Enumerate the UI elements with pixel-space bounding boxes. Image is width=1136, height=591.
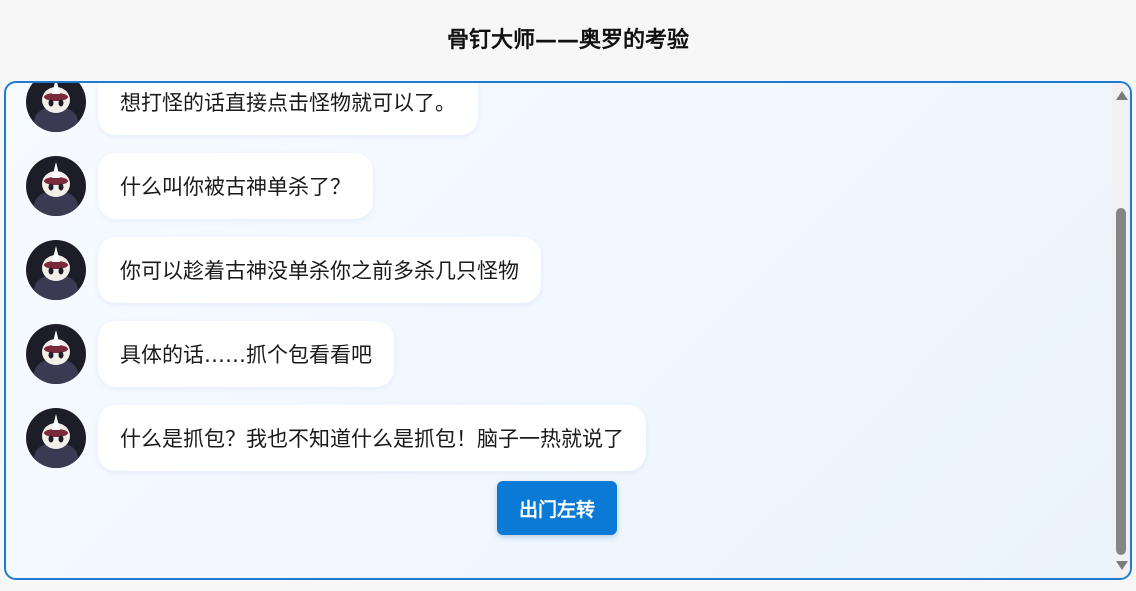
message-bubble: 什么叫你被古神单杀了？ xyxy=(98,153,373,219)
scrollbar-thumb[interactable] xyxy=(1116,208,1126,555)
chat-message: 什么叫你被古神单杀了？ xyxy=(26,153,373,219)
chat-message: 什么是抓包？我也不知道什么是抓包！脑子一热就说了 xyxy=(26,405,646,471)
chat-message: 想打怪的话直接点击怪物就可以了。 xyxy=(26,83,478,135)
message-bubble: 什么是抓包？我也不知道什么是抓包！脑子一热就说了 xyxy=(98,405,646,471)
chat-message: 具体的话……抓个包看看吧 xyxy=(26,321,394,387)
horned-knight-avatar-icon xyxy=(26,240,86,300)
chat-panel[interactable]: 想打怪的话直接点击怪物就可以了。 什么叫你被古神单杀了？ 你可以趁着古神没单杀你… xyxy=(4,81,1132,580)
page-title: 骨钉大师——奥罗的考验 xyxy=(446,28,689,53)
horned-knight-avatar-icon xyxy=(26,324,86,384)
message-bubble: 想打怪的话直接点击怪物就可以了。 xyxy=(98,83,478,135)
chat-scrollbar[interactable] xyxy=(1112,83,1130,578)
horned-knight-avatar-icon xyxy=(26,83,86,132)
chat-message: 你可以趁着古神没单杀你之前多杀几只怪物 xyxy=(26,237,541,303)
exit-turn-left-button[interactable]: 出门左转 xyxy=(497,481,617,535)
horned-knight-avatar-icon xyxy=(26,156,86,216)
horned-knight-avatar-icon xyxy=(26,408,86,468)
message-bubble: 你可以趁着古神没单杀你之前多杀几只怪物 xyxy=(98,237,541,303)
scroll-up-arrow-icon[interactable] xyxy=(1116,91,1128,100)
scroll-down-arrow-icon[interactable] xyxy=(1116,561,1128,570)
message-bubble: 具体的话……抓个包看看吧 xyxy=(98,321,394,387)
